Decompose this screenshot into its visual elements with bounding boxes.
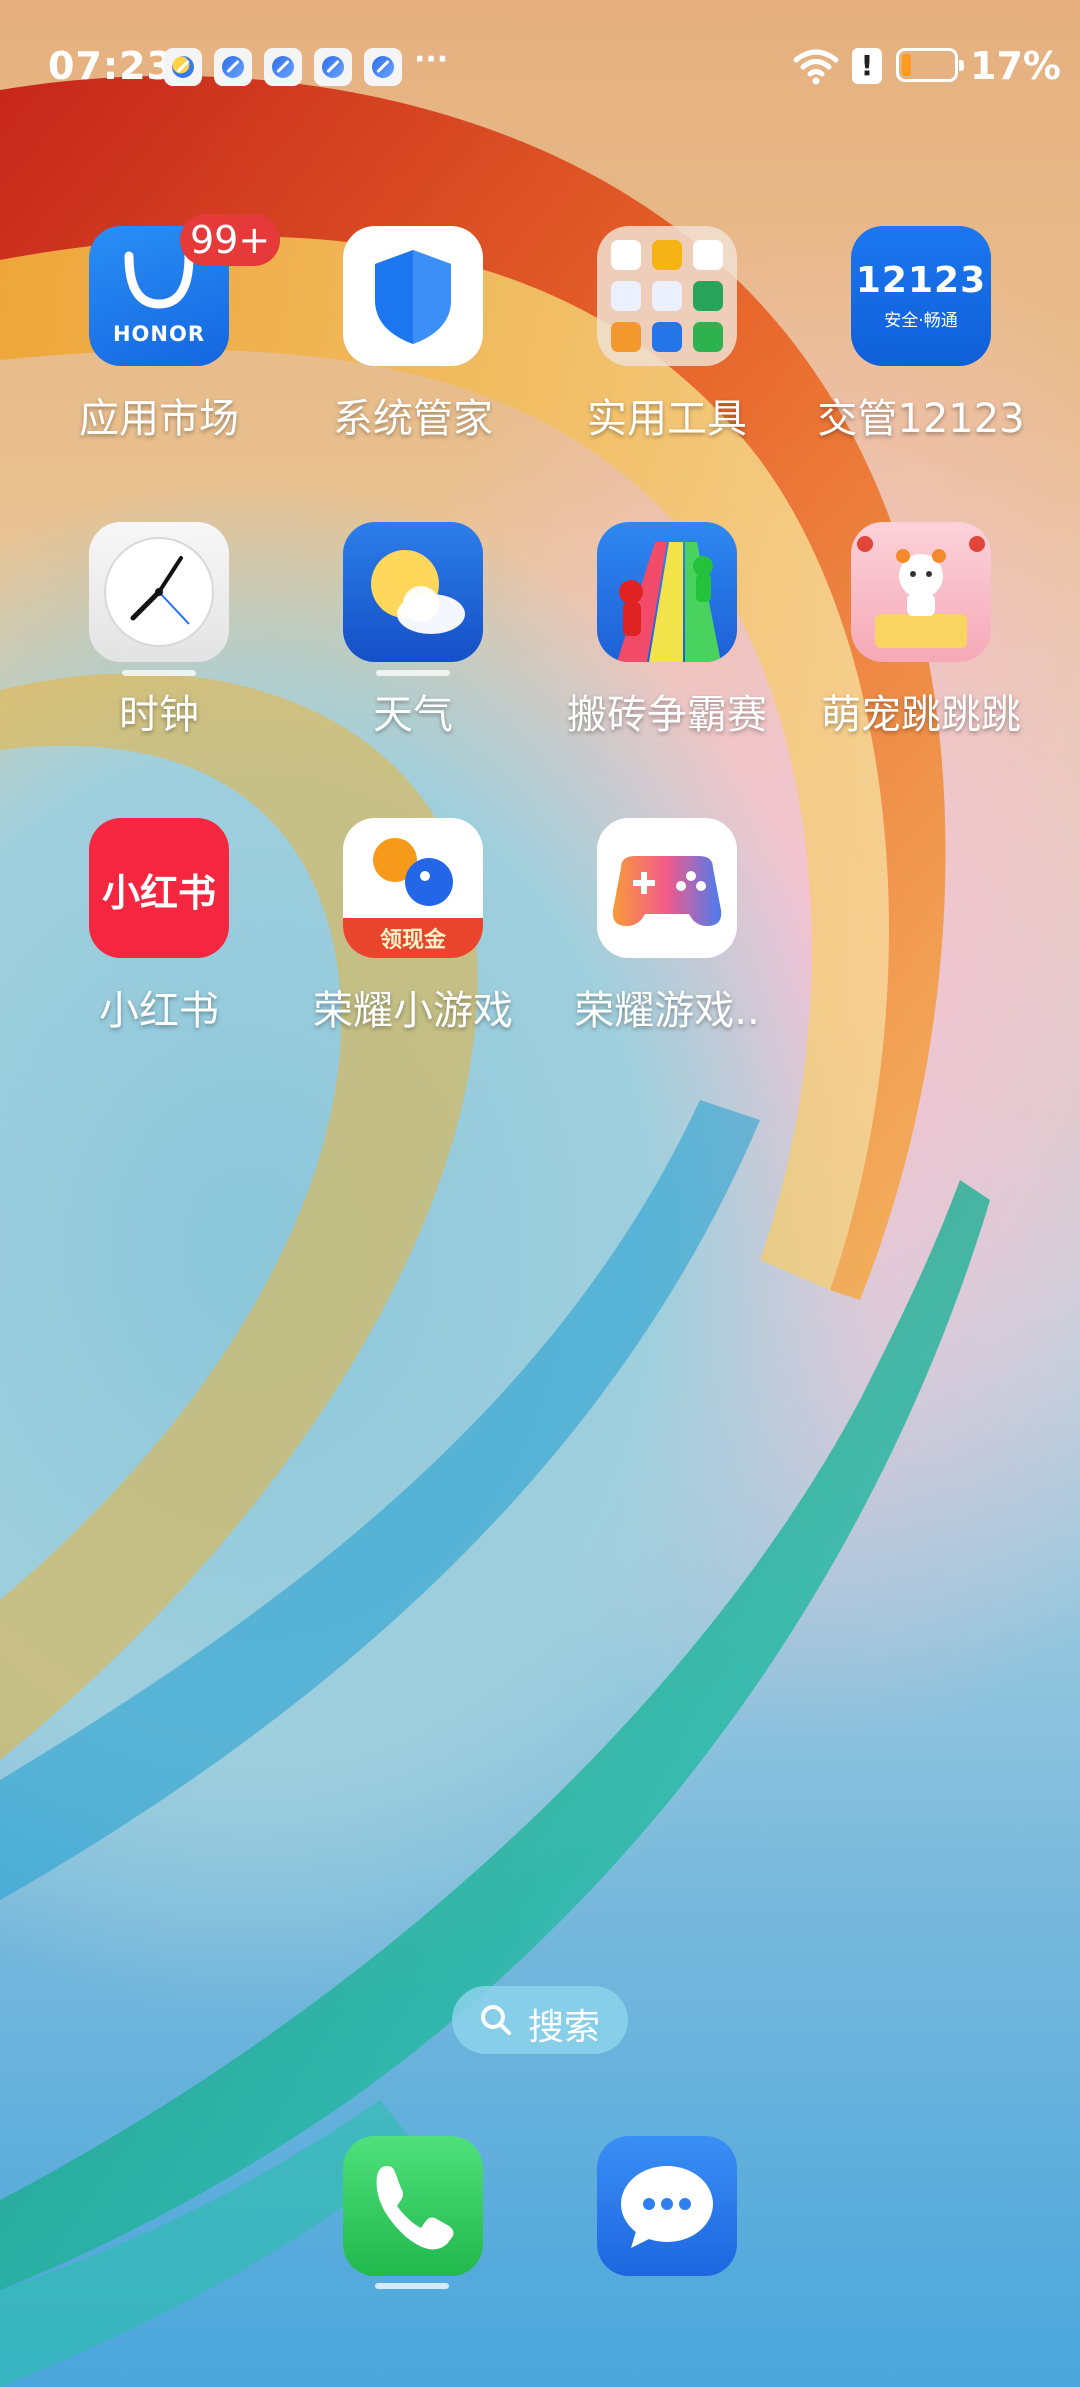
weather-notification-icon bbox=[164, 48, 202, 86]
running-indicator bbox=[375, 2283, 449, 2289]
icon-text: 小红书 bbox=[101, 871, 216, 915]
more-notifications-indicator: ··· bbox=[414, 42, 449, 77]
browser-notification-icon bbox=[314, 48, 352, 86]
app-label: 小红书 bbox=[99, 988, 219, 1034]
sim-alert-icon: ! bbox=[852, 48, 882, 84]
search-icon bbox=[481, 2005, 511, 2035]
battery-percentage: 17% bbox=[970, 44, 1061, 88]
folder-tools-icon bbox=[597, 226, 737, 366]
app-label: 荣耀小游戏 bbox=[313, 988, 513, 1034]
clock-time: 07:23 bbox=[48, 44, 174, 88]
browser-notification-icon bbox=[364, 48, 402, 86]
search-label: 搜索 bbox=[528, 2007, 601, 2048]
app-label: 天气 bbox=[373, 692, 453, 738]
shield-icon bbox=[343, 226, 483, 366]
app-label: 搬砖争霸赛 bbox=[567, 692, 767, 738]
status-bar: 07:23 ··· ! 17% bbox=[0, 0, 1080, 140]
battery-icon bbox=[896, 48, 964, 82]
app-label: 实用工具 bbox=[587, 396, 747, 442]
honor-brand-text: HONOR bbox=[112, 322, 206, 346]
search-button[interactable]: 搜索 bbox=[452, 1986, 628, 2054]
app-label: 系统管家 bbox=[333, 396, 493, 442]
icon-text: 领现金 bbox=[379, 928, 446, 953]
clock-icon bbox=[89, 522, 229, 662]
browser-notification-icon bbox=[264, 48, 302, 86]
brick-race-game-icon bbox=[597, 522, 737, 662]
wifi-icon bbox=[793, 49, 839, 85]
messages-icon bbox=[597, 2136, 737, 2276]
app-label: 时钟 bbox=[119, 692, 199, 738]
icon-text: 12123 bbox=[855, 260, 987, 301]
gamepad-icon bbox=[597, 818, 737, 958]
app-label: 萌宠跳跳跳 bbox=[821, 692, 1021, 738]
weather-icon bbox=[343, 522, 483, 662]
pet-jump-game-icon bbox=[851, 522, 991, 662]
traffic-12123-icon: 12123 安全·畅通 bbox=[851, 226, 991, 366]
running-indicator bbox=[376, 670, 450, 676]
app-label: 应用市场 bbox=[79, 396, 239, 442]
xiaohongshu-icon: 小红书 bbox=[89, 818, 229, 958]
honor-minigame-icon: 领现金 bbox=[343, 818, 483, 958]
icon-subtext: 安全·畅通 bbox=[884, 311, 958, 331]
app-label: 交管12123 bbox=[817, 396, 1025, 442]
browser-notification-icon bbox=[214, 48, 252, 86]
notification-badge: 99+ bbox=[180, 214, 281, 266]
phone-icon bbox=[343, 2136, 483, 2276]
running-indicator bbox=[122, 670, 196, 676]
app-label: 荣耀游戏.. bbox=[574, 988, 760, 1034]
